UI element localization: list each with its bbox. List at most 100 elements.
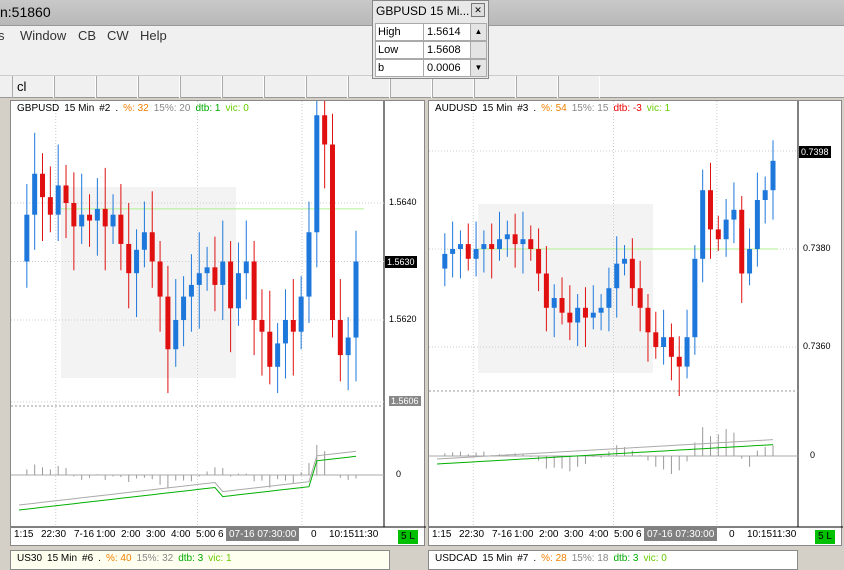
tab-chart[interactable]: cl — [12, 76, 54, 98]
menu-window[interactable]: Window — [20, 28, 66, 43]
candle-body — [543, 273, 549, 308]
tab[interactable] — [264, 76, 306, 98]
price-tick: 1.5606 — [389, 395, 421, 406]
time-tick: 5:00 — [196, 529, 216, 540]
tab[interactable] — [558, 76, 600, 98]
header-dtb: dtb: 3 — [178, 553, 204, 564]
candle-body — [528, 239, 534, 249]
chart-window-us30[interactable]: US30 15 Min #6. %: 40 15%: 32 dtb: 3 vic: 1 — [10, 550, 390, 570]
candle-body — [196, 273, 202, 285]
candle-body — [606, 288, 612, 308]
tab[interactable] — [516, 76, 558, 98]
tab[interactable] — [474, 76, 516, 98]
scroll-down-icon[interactable]: ▼ — [470, 60, 486, 76]
time-tick: 11:30 — [354, 529, 379, 540]
menu-cw[interactable]: CW — [107, 28, 129, 43]
candle-body — [314, 115, 320, 233]
candle-body — [55, 185, 61, 215]
candle-body — [551, 298, 557, 308]
tab[interactable] — [54, 76, 96, 98]
candle-body — [762, 190, 768, 200]
candle-body — [442, 253, 448, 269]
tab[interactable] — [180, 76, 222, 98]
time-tick: 0 — [311, 529, 317, 540]
candle-body — [204, 267, 210, 274]
scroll-up-icon[interactable]: ▲ — [470, 24, 486, 40]
time-tick: 1:00 — [514, 529, 534, 540]
time-tick: 1:15 — [14, 529, 34, 540]
time-tick: 3:00 — [146, 529, 166, 540]
menu-item[interactable]: s — [0, 28, 5, 43]
tab[interactable] — [306, 76, 348, 98]
chart-header: US30 15 Min #6. %: 40 15%: 32 dtb: 3 vic: 1 — [17, 553, 237, 564]
time-tick: 2:00 — [121, 529, 141, 540]
current-price-tag: 1.5630 — [385, 256, 417, 268]
candle-body — [465, 244, 471, 259]
header-num: #7 — [517, 553, 529, 564]
candle-body — [94, 208, 100, 221]
candle-body — [582, 307, 588, 318]
label: Low — [378, 44, 399, 56]
candle-body — [692, 258, 698, 338]
header-tf: 15 Min — [64, 103, 95, 114]
label: High — [378, 26, 401, 38]
candle-body — [181, 296, 187, 320]
candle-body — [71, 203, 77, 227]
time-tick: 22:30 — [459, 529, 485, 540]
tab[interactable] — [222, 76, 264, 98]
candle-body — [149, 232, 155, 262]
time-tick: 4:00 — [589, 529, 609, 540]
chart-header: GBPUSD 15 Min #2. %: 32 15%: 20 dtb: 1 vic: 0 — [17, 103, 254, 114]
candle-body — [306, 232, 312, 297]
time-tick: 7-16 — [492, 529, 513, 540]
candle-body — [676, 356, 682, 367]
candle-body — [79, 214, 85, 227]
header-pct: %: 28 — [541, 553, 567, 564]
scrollbar-thumb[interactable] — [470, 42, 486, 58]
chart-header: USDCAD 15 Min #7. %: 28 15%: 18 dtb: 3 vic: 0 — [435, 553, 672, 564]
time-tick: 4:00 — [171, 529, 191, 540]
osc-main-line — [436, 444, 774, 465]
candle-body — [653, 332, 659, 347]
tab[interactable] — [96, 76, 138, 98]
header-vic: vic: 0 — [225, 103, 249, 114]
candle-body — [243, 261, 249, 274]
candle-body — [707, 190, 713, 230]
candle-body — [228, 261, 234, 309]
close-icon[interactable]: ✕ — [471, 3, 485, 17]
candle-body — [622, 258, 628, 264]
osc-zero-label: 0 — [810, 450, 816, 460]
header-tf: 15 Min — [482, 553, 513, 564]
menu-cb[interactable]: CB — [78, 28, 96, 43]
chart-window-gbpusd[interactable]: 1.56401.56301.56201.560601.56301:1522:30… — [10, 100, 426, 547]
candle-body — [450, 249, 456, 254]
price-tick: 1.5620 — [389, 314, 417, 324]
price-tick: 1.5640 — [389, 197, 417, 207]
candle-body — [590, 312, 596, 318]
tab[interactable] — [432, 76, 474, 98]
candle-body — [24, 214, 30, 262]
candle-body — [520, 239, 526, 245]
range-box — [478, 204, 653, 373]
time-tick: 5:00 — [614, 529, 634, 540]
chart-window-usdcad[interactable]: USDCAD 15 Min #7. %: 28 15%: 18 dtb: 3 vic: 0 — [428, 550, 798, 570]
candle-body — [275, 343, 281, 367]
candle-body — [337, 320, 343, 356]
header-p15: 15%: 15 — [571, 103, 609, 114]
chart-canvas[interactable] — [11, 101, 426, 547]
header-num: #3 — [517, 103, 529, 114]
tab[interactable] — [138, 76, 180, 98]
tab[interactable] — [390, 76, 432, 98]
value: 1.5614 — [423, 24, 461, 40]
candle-body — [739, 209, 745, 274]
chart-canvas[interactable] — [429, 101, 843, 547]
candle-body — [212, 267, 218, 285]
price-tick: 0.7380 — [803, 243, 831, 253]
candle-body — [489, 244, 495, 249]
candle-body — [747, 249, 753, 274]
time-tick: 10:15 — [747, 529, 773, 540]
tab[interactable] — [348, 76, 390, 98]
candle-body — [40, 173, 46, 198]
menu-help[interactable]: Help — [140, 28, 167, 43]
chart-window-audusd[interactable]: 0.74000.73800.736000.73981:1522:307-161:… — [428, 100, 843, 547]
